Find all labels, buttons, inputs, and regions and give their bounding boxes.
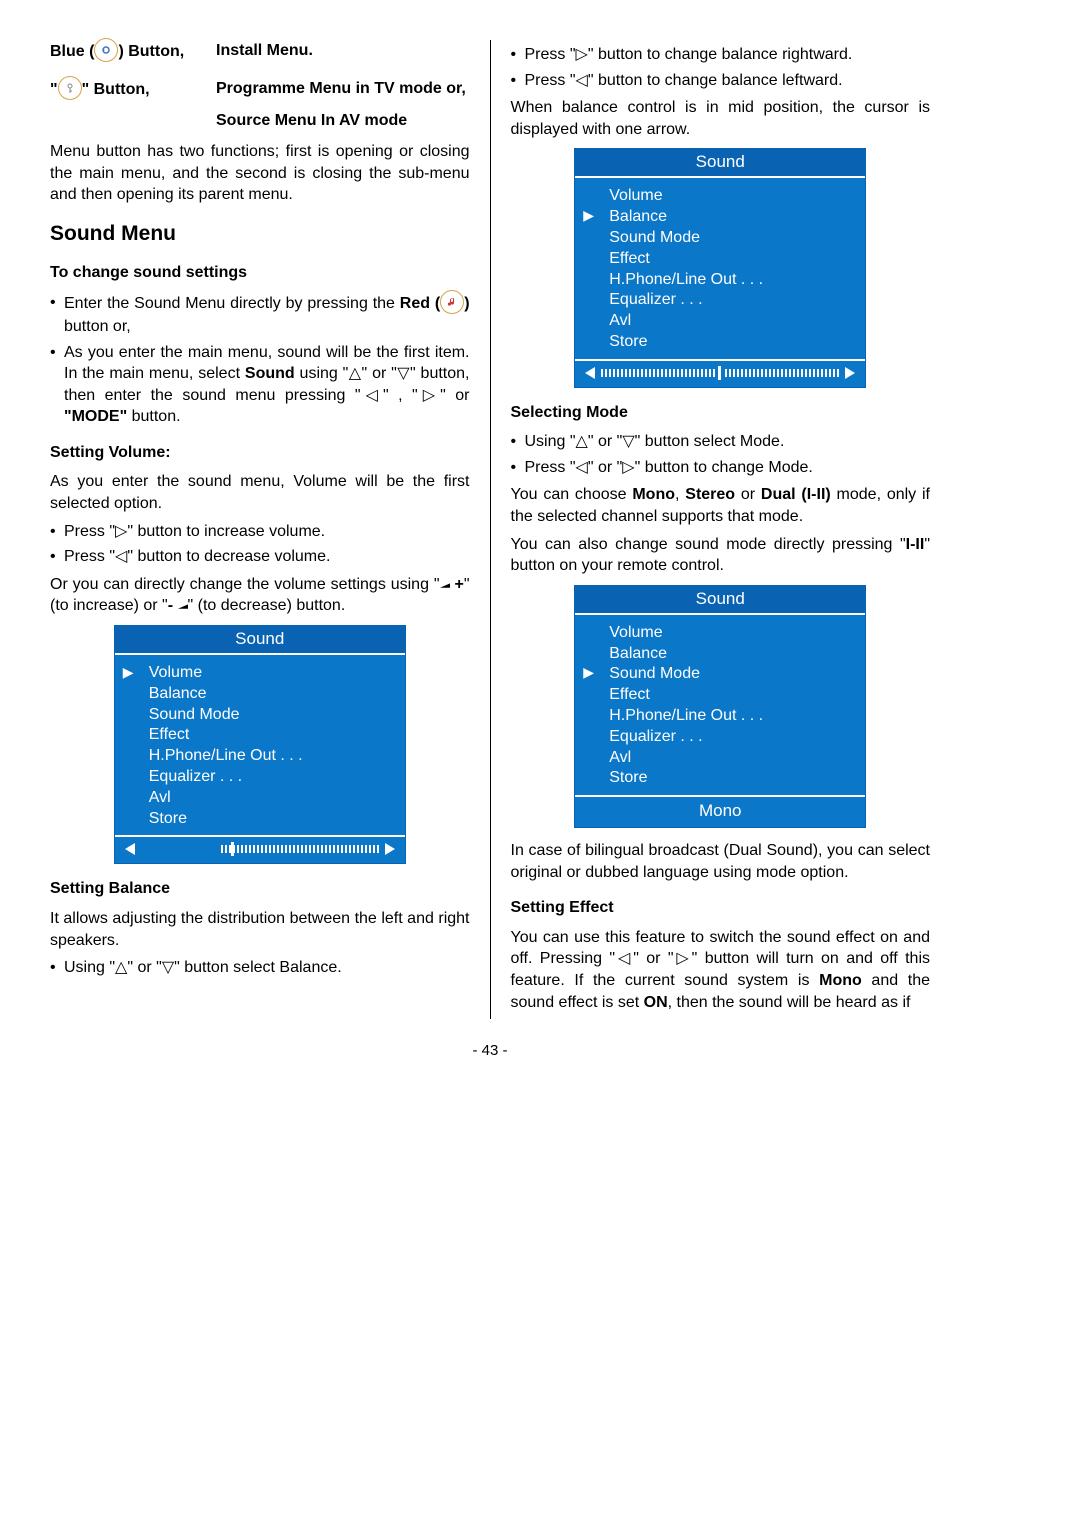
icon-button-label: "" Button, [50, 78, 200, 131]
menu-item[interactable]: Volume [609, 186, 859, 207]
sound-menu-heading: Sound Menu [50, 220, 470, 248]
blue-button-label: Blue () Button, [50, 40, 200, 64]
panel-title: Sound [575, 149, 865, 178]
slider-left-icon [585, 367, 595, 379]
vol-wedge-up-icon [440, 580, 450, 590]
volume-slider[interactable] [115, 835, 405, 863]
bullet-balance-select: •Using "△" or "▽" button select Balance. [50, 957, 470, 979]
red-music-icon [440, 290, 464, 314]
menu-item[interactable]: Effect [609, 249, 859, 270]
panel-title: Sound [115, 626, 405, 655]
menu-item[interactable]: H.Phone/Line Out . . . [149, 746, 399, 767]
to-change-heading: To change sound settings [50, 262, 470, 284]
slider-right-icon [385, 843, 395, 855]
menu-item[interactable]: Avl [609, 748, 859, 769]
menu-item[interactable]: Equalizer . . . [609, 290, 859, 311]
sound-panel-mode: Sound ▶ Volume Balance Sound Mode Effect… [574, 585, 866, 828]
sound-panel-balance: Sound ▶ Volume Balance Sound Mode Effect… [574, 148, 866, 387]
page-number: - 43 - [50, 1041, 930, 1061]
setting-balance-heading: Setting Balance [50, 878, 470, 900]
bullet-mode-change: •Press "◁" or "▷" button to change Mode. [511, 457, 931, 479]
menu-item[interactable]: Balance [149, 684, 399, 705]
selecting-mode-heading: Selecting Mode [511, 402, 931, 424]
mode-choose: You can choose Mono, Stereo or Dual (I-I… [511, 484, 931, 527]
volume-direct: Or you can directly change the volume se… [50, 574, 470, 617]
volume-intro: As you enter the sound menu, Volume will… [50, 471, 470, 514]
mode-value: Mono [575, 795, 865, 827]
slider-ticks-left [601, 369, 715, 377]
left-column: Blue () Button, Install Menu. "" Button,… [50, 40, 470, 1019]
menu-item[interactable]: Sound Mode [609, 228, 859, 249]
balance-mid: When balance control is in mid position,… [511, 97, 931, 140]
panel-title: Sound [575, 586, 865, 615]
slider-ticks-right [725, 369, 839, 377]
menu-item[interactable]: Sound Mode [609, 664, 859, 685]
button-legend: Blue () Button, Install Menu. "" Button,… [50, 40, 470, 131]
menu-item[interactable]: Store [609, 332, 859, 353]
menu-item[interactable]: Avl [149, 788, 399, 809]
slider-thumb [718, 366, 721, 380]
bullet-mode-select: •Using "△" or "▽" button select Mode. [511, 431, 931, 453]
menu-item[interactable]: Balance [609, 644, 859, 665]
menu-item[interactable]: Avl [609, 311, 859, 332]
menu-button-desc: Menu button has two functions; first is … [50, 141, 470, 206]
bullet-main-menu: • As you enter the main menu, sound will… [50, 342, 470, 428]
menu-item[interactable]: Sound Mode [149, 705, 399, 726]
menu-item[interactable]: Balance [609, 207, 859, 228]
programme-source-label: Programme Menu in TV mode or, Source Men… [216, 78, 470, 131]
bullet-balance-right: •Press "▷" button to change balance righ… [511, 44, 931, 66]
slider-thumb [231, 842, 234, 856]
slider-left-icon [125, 843, 135, 855]
setting-effect-heading: Setting Effect [511, 897, 931, 919]
slider-ticks [221, 845, 379, 853]
mode-direct: You can also change sound mode directly … [511, 534, 931, 577]
menu-item[interactable]: Store [609, 768, 859, 789]
cursor-icon: ▶ [583, 206, 594, 225]
right-column: •Press "▷" button to change balance righ… [511, 40, 931, 1019]
menu-item[interactable]: Volume [609, 623, 859, 644]
balance-slider[interactable] [575, 359, 865, 387]
blue-circle-icon [94, 38, 118, 62]
key-circle-icon [58, 76, 82, 100]
menu-item[interactable]: Effect [149, 725, 399, 746]
balance-intro: It allows adjusting the distribution bet… [50, 908, 470, 951]
bilingual-desc: In case of bilingual broadcast (Dual Sou… [511, 840, 931, 883]
menu-item[interactable]: H.Phone/Line Out . . . [609, 706, 859, 727]
effect-desc: You can use this feature to switch the s… [511, 927, 931, 1013]
menu-item[interactable]: Effect [609, 685, 859, 706]
menu-item[interactable]: H.Phone/Line Out . . . [609, 270, 859, 291]
cursor-icon: ▶ [583, 663, 594, 682]
bullet-balance-left: •Press "◁" button to change balance left… [511, 70, 931, 92]
install-menu-label: Install Menu. [216, 40, 470, 64]
setting-volume-heading: Setting Volume: [50, 442, 470, 464]
slider-right-icon [845, 367, 855, 379]
bullet-vol-dec: •Press "◁" button to decrease volume. [50, 546, 470, 568]
sound-panel-volume: Sound ▶ Volume Balance Sound Mode Effect… [114, 625, 406, 864]
bullet-enter-sound: • Enter the Sound Menu directly by press… [50, 292, 470, 338]
column-divider [490, 40, 491, 1019]
menu-item[interactable]: Equalizer . . . [149, 767, 399, 788]
menu-item[interactable]: Volume [149, 663, 399, 684]
menu-item[interactable]: Equalizer . . . [609, 727, 859, 748]
cursor-icon: ▶ [123, 663, 134, 682]
menu-item[interactable]: Store [149, 809, 399, 830]
vol-wedge-down-icon [178, 601, 188, 611]
bullet-vol-inc: •Press "▷" button to increase volume. [50, 521, 470, 543]
